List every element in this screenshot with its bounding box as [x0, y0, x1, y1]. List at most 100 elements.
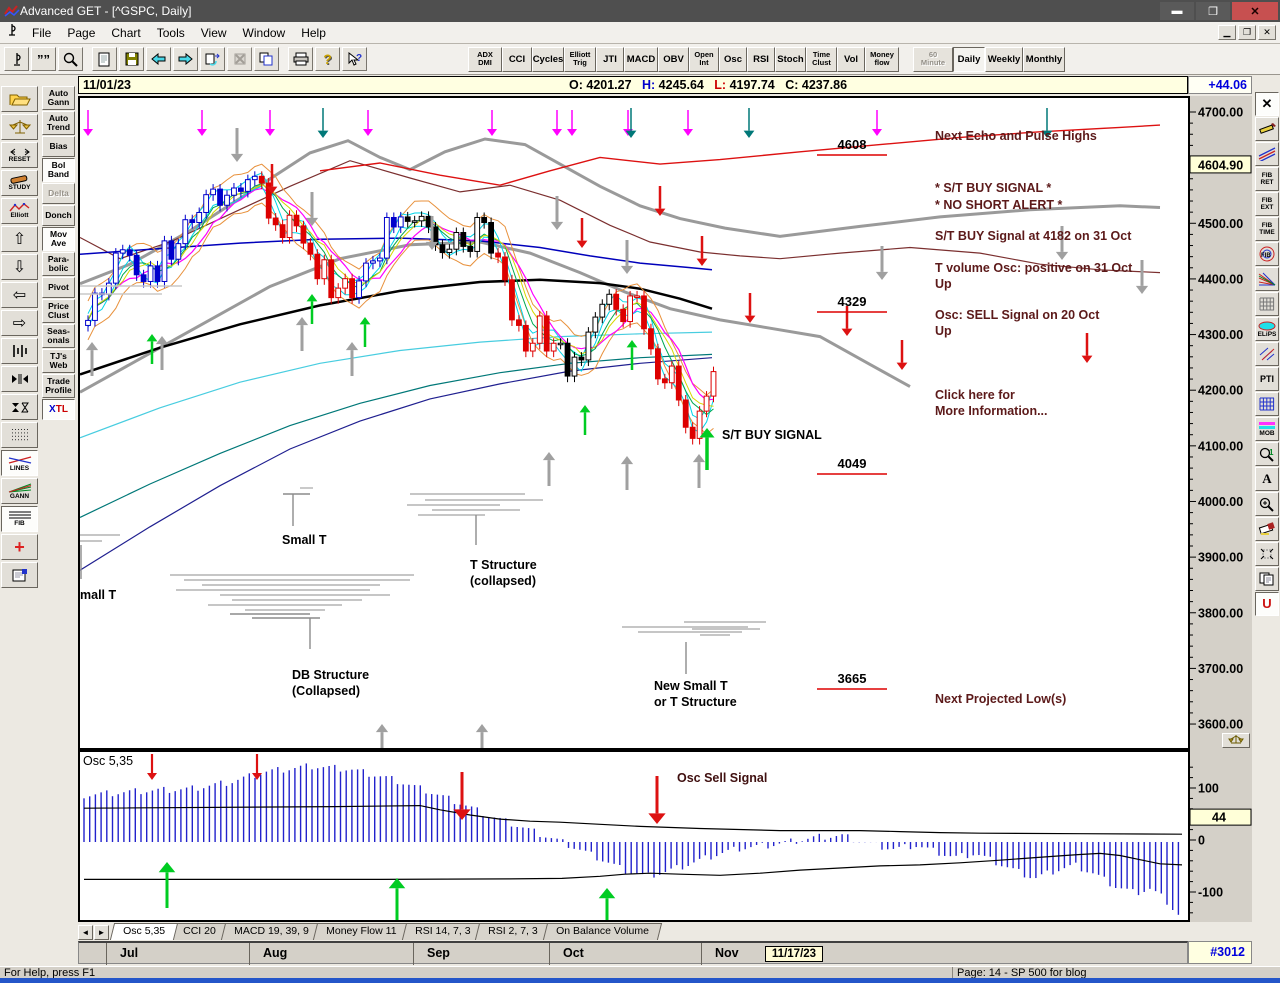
close-tools-icon[interactable]: ✕	[1255, 92, 1279, 116]
arrow-right-icon[interactable]: ⇨	[1, 310, 38, 336]
text-tool-icon[interactable]: A	[1255, 467, 1279, 491]
menu-file[interactable]: File	[24, 24, 59, 42]
page-flip-icon[interactable]	[200, 47, 225, 71]
pencil-icon[interactable]	[1255, 117, 1279, 141]
toolbar-button-time-clust[interactable]: Time Clust	[806, 46, 837, 72]
magnet-icon[interactable]: U	[1255, 592, 1279, 616]
study-tool-mov-ave[interactable]: Mov Ave	[42, 227, 75, 251]
tab-scroll-left[interactable]: ◄	[78, 925, 93, 940]
tab-osc-5-35[interactable]: Osc 5,35	[109, 923, 179, 940]
date-axis[interactable]: 11/17/23 Jul Aug Sep Oct Nov	[78, 941, 1188, 965]
toolbar-button-adx-dmi[interactable]: ADX DMI	[468, 46, 502, 72]
zoom-data-icon[interactable]: 1	[1255, 442, 1279, 466]
study-tool-xtl[interactable]: XTL	[42, 399, 75, 420]
toolbar-button-money-flow[interactable]: Money flow	[865, 46, 899, 72]
tab-cci-20[interactable]: CCI 20	[169, 923, 229, 940]
zoom-in-icon[interactable]	[1255, 492, 1279, 516]
oscillator-svg[interactable]: Osc 5,35 Osc Sell Signal	[80, 752, 1188, 934]
lines-icon[interactable]: LINES	[1, 450, 38, 476]
axis-scale-button[interactable]	[1222, 733, 1250, 748]
quotes-icon[interactable]: ””	[31, 47, 56, 71]
arrow-down-icon[interactable]: ⇩	[1, 254, 38, 280]
parallel-lines-icon[interactable]	[1255, 142, 1279, 166]
child-window-icon[interactable]	[6, 23, 18, 42]
toolbar-button-daily[interactable]: Daily	[953, 46, 985, 72]
toolbar-button-monthly[interactable]: Monthly	[1023, 46, 1065, 72]
study-tool-bias[interactable]: Bias	[42, 136, 75, 157]
crosshair-icon[interactable]: +	[1, 534, 38, 560]
study-tool-trade-profile[interactable]: Trade Profile	[42, 374, 75, 398]
fan-lines-icon[interactable]	[1255, 267, 1279, 291]
bar-spacing-icon[interactable]	[1, 338, 38, 364]
fib-retracement-icon[interactable]: FIB RET	[1255, 167, 1279, 191]
end-date-box[interactable]: 11/17/23	[765, 946, 823, 962]
study-tool-auto-gann[interactable]: Auto Gann	[42, 86, 75, 110]
hatch-lines-icon[interactable]	[1255, 342, 1279, 366]
toolbar-button-vol[interactable]: Vol	[837, 46, 865, 72]
main-chart-panel[interactable]: 4608 4329 4049 3665 Next Echo and Pulse High…	[78, 96, 1190, 758]
expand-horizontal-icon[interactable]	[1, 366, 38, 392]
toolbar-button-stoch[interactable]: Stoch	[775, 46, 806, 72]
mob-icon[interactable]: MOB	[1255, 417, 1279, 441]
toolbar-button-elliott-trig[interactable]: Elliott Trig	[564, 46, 596, 72]
tab-money-flow-11[interactable]: Money Flow 11	[313, 923, 410, 940]
fib-circle-icon[interactable]: FIB	[1255, 242, 1279, 266]
fib-extension-icon[interactable]: FIB EXT	[1255, 192, 1279, 216]
magnifier-icon[interactable]	[58, 47, 83, 71]
nav-back-icon[interactable]	[146, 47, 171, 71]
toolbar-button-cycles[interactable]: Cycles	[532, 46, 564, 72]
toolbar-button-weekly[interactable]: Weekly	[985, 46, 1023, 72]
reset-icon[interactable]: RESET	[1, 142, 38, 168]
restore-button[interactable]: ❐	[1196, 2, 1230, 20]
close-button[interactable]: ✕	[1232, 2, 1278, 20]
fib-icon[interactable]: FIB	[1, 506, 38, 532]
nav-forward-icon[interactable]	[173, 47, 198, 71]
oscillator-panel[interactable]: Osc 5,35 Osc Sell Signal	[78, 750, 1190, 934]
ellipse-icon[interactable]: ELiPS	[1255, 317, 1279, 341]
compress-vertical-icon[interactable]	[1, 394, 38, 420]
fib-time-icon[interactable]: FIB TIME	[1255, 217, 1279, 241]
study-icon[interactable]: STUDY	[1, 170, 38, 196]
menu-view[interactable]: View	[193, 24, 235, 42]
save-icon[interactable]	[119, 47, 144, 71]
mdi-close-button[interactable]: ✕	[1258, 25, 1276, 40]
delete-page-icon[interactable]	[227, 47, 252, 71]
grid-blue-icon[interactable]	[1255, 392, 1279, 416]
copy-window-icon[interactable]	[254, 47, 279, 71]
toolbar-button-cci[interactable]: CCI	[502, 46, 532, 72]
menu-help[interactable]: Help	[293, 24, 334, 42]
elliott-icon[interactable]: Elliott	[1, 198, 38, 224]
mdi-restore-button[interactable]: ❐	[1238, 25, 1256, 40]
eraser-icon[interactable]	[1255, 517, 1279, 541]
pin-icon[interactable]	[4, 47, 29, 71]
price-axis[interactable]: 3600.00 3700.00 3800.00 3900.00 4000.00 4100.…	[1189, 96, 1252, 750]
tab-macd-19-39-9[interactable]: MACD 19, 39, 9	[220, 923, 322, 940]
study-tool-auto-trend[interactable]: Auto Trend	[42, 111, 75, 135]
menu-chart[interactable]: Chart	[103, 24, 148, 42]
copy-pages-icon[interactable]	[1255, 567, 1279, 591]
grid-dots-icon[interactable]	[1, 422, 38, 448]
toolbar-button-osc[interactable]: Osc	[719, 46, 747, 72]
study-tool-donch[interactable]: Donch	[42, 205, 75, 226]
expand-view-icon[interactable]	[1255, 542, 1279, 566]
menu-window[interactable]: Window	[235, 24, 294, 42]
oscillator-axis[interactable]: -100 0 100 44	[1189, 750, 1252, 922]
tab-rsi-2-7-3[interactable]: RSI 2, 7, 3	[475, 923, 552, 940]
tab-scroll-right[interactable]: ►	[94, 925, 109, 940]
mdi-minimize-button[interactable]: ▁	[1218, 25, 1236, 40]
minimize-button[interactable]: ▬	[1160, 2, 1194, 20]
context-help-icon[interactable]: ?	[342, 47, 367, 71]
arrow-left-icon[interactable]: ⇦	[1, 282, 38, 308]
menu-page[interactable]: Page	[59, 24, 103, 42]
open-folder-icon[interactable]	[1, 86, 38, 112]
study-tool-bol-band[interactable]: Bol Band	[42, 158, 75, 182]
toolbar-button-rsi[interactable]: RSI	[747, 46, 775, 72]
notes-icon[interactable]	[1, 562, 38, 588]
tab-rsi-14-7-3[interactable]: RSI 14, 7, 3	[401, 923, 484, 940]
study-tool-delta[interactable]: Delta	[42, 183, 75, 204]
toolbar-button-jti[interactable]: JTI	[596, 46, 624, 72]
scales-icon[interactable]	[1, 114, 38, 140]
grid-icon[interactable]	[1255, 292, 1279, 316]
tab-on-balance-volume[interactable]: On Balance Volume	[542, 923, 662, 940]
main-chart-svg[interactable]: 4608 4329 4049 3665 Next Echo and Pulse High…	[79, 98, 1188, 758]
